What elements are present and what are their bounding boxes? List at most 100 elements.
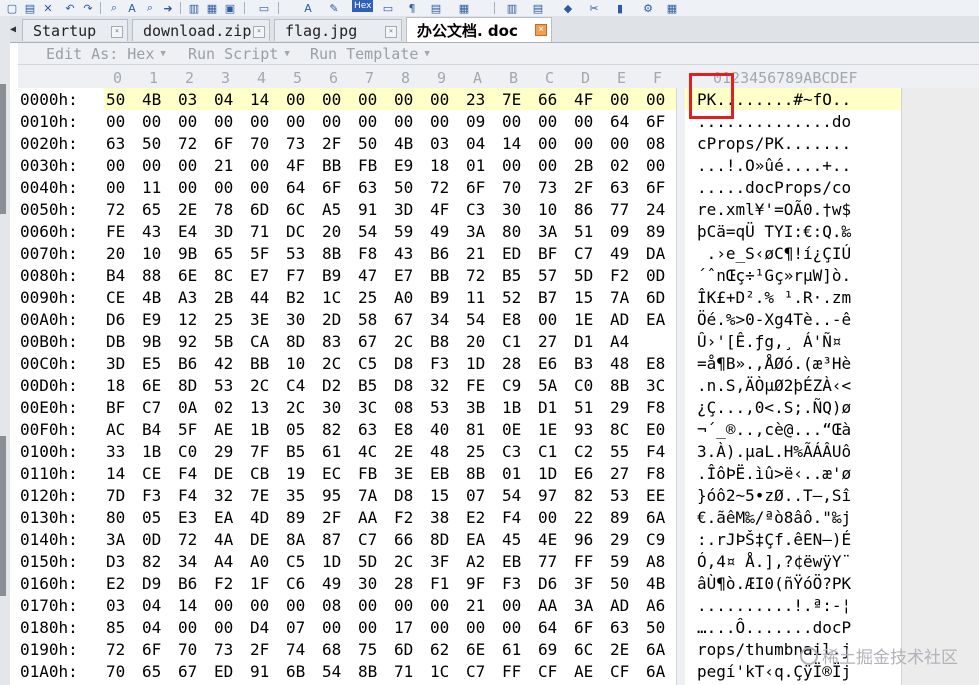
hex-byte[interactable]: 67 [394,310,413,329]
hex-byte[interactable]: 03 [178,90,197,109]
hex-byte[interactable]: 02 [214,398,233,417]
insert-icon[interactable]: ▭ [380,1,396,15]
hex-byte[interactable]: 15 [430,486,449,505]
hex-byte[interactable]: 80 [502,222,521,241]
hex-byte[interactable]: D8 [394,354,413,373]
hex-byte[interactable]: 29 [214,442,233,461]
hex-byte[interactable]: 5F [178,420,197,439]
close-icon[interactable]: × [385,26,397,38]
hex-byte[interactable]: B4 [142,420,161,439]
hex-byte[interactable]: 6D [394,640,413,659]
hex-byte[interactable]: C0 [574,376,593,395]
hex-byte[interactable]: 00 [178,112,197,131]
hex-byte[interactable]: 85 [106,618,125,637]
hex-byte[interactable]: C4 [286,376,305,395]
hex-byte[interactable]: 72 [178,530,197,549]
row-text[interactable]: 3.À).µaL.H%ÃÁÂUô [697,442,897,461]
hex-byte[interactable]: 00 [358,112,377,131]
hex-byte[interactable]: 00 [322,90,341,109]
hex-byte[interactable]: C7 [142,398,161,417]
hex-byte[interactable]: C5 [358,354,377,373]
hex-byte[interactable]: 20 [106,244,125,263]
hex-byte[interactable]: 00 [538,310,557,329]
hex-byte[interactable]: 73 [286,134,305,153]
paragraph-icon[interactable]: ¶ [404,1,420,15]
hex-byte[interactable]: 6C [286,200,305,219]
hex-byte[interactable]: 67 [178,662,197,681]
hex-byte[interactable]: 8A [286,530,305,549]
hex-byte[interactable]: 2F [322,508,341,527]
hex-byte[interactable]: 32 [214,486,233,505]
hex-byte[interactable]: 4B [142,90,161,109]
hex-byte[interactable]: 80 [106,508,125,527]
hex-byte[interactable]: 00 [430,90,449,109]
hex-byte[interactable]: 54 [466,310,485,329]
hex-byte[interactable]: 75 [358,640,377,659]
hex-byte[interactable]: 3A [106,530,125,549]
hex-byte[interactable]: A6 [646,596,665,615]
hex-byte[interactable]: D2 [322,376,341,395]
hex-byte[interactable]: 11 [142,178,161,197]
hex-byte[interactable]: 9B [142,332,161,351]
hex-byte[interactable]: 2E [394,442,413,461]
hex-byte[interactable]: 63 [358,178,377,197]
hex-byte[interactable]: EA [646,310,665,329]
close-icon[interactable]: × [111,26,123,38]
row-text[interactable]: .n.S,ÄÒµØ2þÉZÀ‹< [697,376,897,395]
hex-byte[interactable]: 1C [322,288,341,307]
redo-icon[interactable]: ↷ [80,1,96,15]
hex-byte[interactable]: 82 [142,552,161,571]
hex-byte[interactable]: 4B [646,574,665,593]
hex-byte[interactable]: E4 [178,222,197,241]
hex-byte[interactable]: E5 [142,354,161,373]
hex-byte[interactable]: E0 [646,420,665,439]
hex-byte[interactable]: B6 [178,354,197,373]
row-text[interactable]: Ó‚4¤ Å.],?¢ëwÿY¨ [697,552,897,571]
hex-byte[interactable]: D3 [106,552,125,571]
hex-byte[interactable]: 6F [574,618,593,637]
hex-byte[interactable]: 00 [394,596,413,615]
hex-byte[interactable]: 61 [502,640,521,659]
hex-byte[interactable]: 00 [106,178,125,197]
hex-byte[interactable]: 77 [610,200,629,219]
tab-startup[interactable]: Startup × [22,19,128,41]
hex-byte[interactable]: 72 [106,640,125,659]
hex-byte[interactable]: 4D [250,508,269,527]
hex-byte[interactable]: E8 [394,420,413,439]
hex-byte[interactable]: AD [610,310,629,329]
hex-byte[interactable]: 18 [430,156,449,175]
close-icon[interactable]: × [535,24,547,36]
hex-byte[interactable]: 35 [286,486,305,505]
hex-byte[interactable]: 00 [538,112,557,131]
hex-byte[interactable]: D4 [250,618,269,637]
hex-grid[interactable]: 50 4B 03 04 14 00 00 00 00 00 23 7E 66 4F 00 00 00 00 00 00… [104,88,676,685]
hex-byte[interactable]: 6E [142,376,161,395]
hex-byte[interactable]: E8 [646,354,665,373]
hex-byte[interactable]: 55 [610,442,629,461]
hex-byte[interactable]: 4F [286,156,305,175]
hex-byte[interactable]: A5 [322,200,341,219]
hex-byte[interactable]: 74 [286,640,305,659]
hex-byte[interactable]: E2 [106,574,125,593]
hex-byte[interactable]: 10 [286,354,305,373]
hex-byte[interactable]: A0 [250,552,269,571]
hex-byte[interactable]: 09 [610,222,629,241]
hex-byte[interactable]: 20 [466,332,485,351]
hex-byte[interactable]: BB [322,156,341,175]
hex-byte[interactable]: 1D [322,552,341,571]
checksum-icon[interactable]: ▦ [204,1,220,15]
hex-byte[interactable]: 2D [322,310,341,329]
hex-byte[interactable]: 3F [574,574,593,593]
hex-byte[interactable]: 03 [430,134,449,153]
hex-byte[interactable]: 00 [214,112,233,131]
hex-byte[interactable]: 48 [610,354,629,373]
hex-byte[interactable]: 86 [574,200,593,219]
hex-byte[interactable]: 82 [574,486,593,505]
hex-byte[interactable]: EE [646,486,665,505]
hex-byte[interactable]: 1B [250,420,269,439]
hex-byte[interactable]: 15 [574,288,593,307]
hex-byte[interactable]: 6F [646,112,665,131]
hex-byte[interactable]: C7 [574,244,593,263]
hex-byte[interactable]: 1C [430,662,449,681]
hex-byte[interactable]: 70 [502,178,521,197]
